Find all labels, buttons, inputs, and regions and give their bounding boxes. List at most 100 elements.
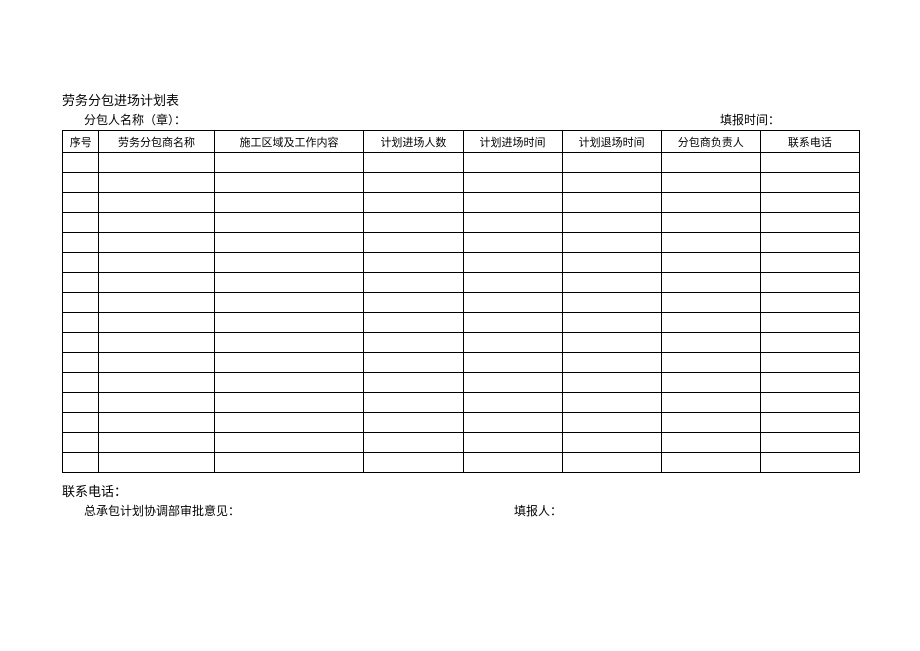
table-cell [364,373,463,393]
table-cell [661,193,760,213]
table-cell [562,393,661,413]
col-header-entry: 计划进场时间 [463,131,562,153]
table-row [63,453,860,473]
table-cell [364,193,463,213]
table-cell [463,173,562,193]
table-cell [364,433,463,453]
table-row [63,293,860,313]
table-cell [364,453,463,473]
table-cell [463,253,562,273]
table-cell [562,413,661,433]
table-cell [99,173,214,193]
table-cell [760,373,859,393]
reporter-label: 填报人： [514,502,562,519]
table-cell [760,413,859,433]
col-header-count: 计划进场人数 [364,131,463,153]
table-cell [364,253,463,273]
table-cell [463,273,562,293]
table-cell [463,373,562,393]
col-header-seq: 序号 [63,131,99,153]
table-cell [661,273,760,293]
table-cell [562,253,661,273]
table-cell [214,173,364,193]
header-row: 分包人名称（章）： 填报时间： [62,111,860,128]
document-title: 劳务分包进场计划表 [62,90,860,109]
table-cell [562,313,661,333]
table-cell [99,433,214,453]
table-row [63,273,860,293]
table-cell [364,233,463,253]
table-cell [760,233,859,253]
table-cell [562,233,661,253]
table-cell [760,213,859,233]
table-cell [661,393,760,413]
table-cell [760,173,859,193]
plan-table: 序号 劳务分包商名称 施工区域及工作内容 计划进场人数 计划进场时间 计划退场时… [62,130,860,473]
table-cell [99,333,214,353]
table-row [63,233,860,253]
table-cell [562,273,661,293]
table-cell [63,273,99,293]
table-cell [661,453,760,473]
table-cell [63,413,99,433]
table-cell [63,293,99,313]
footer-row: 总承包计划协调部审批意见： 填报人： [62,502,860,519]
table-row [63,393,860,413]
table-cell [214,293,364,313]
table-body [63,153,860,473]
report-time-label: 填报时间： [720,111,780,128]
table-cell [99,393,214,413]
table-cell [364,213,463,233]
table-cell [364,313,463,333]
table-cell [760,153,859,173]
table-cell [214,273,364,293]
table-cell [562,433,661,453]
table-cell [562,193,661,213]
table-cell [562,173,661,193]
table-cell [63,393,99,413]
table-cell [463,353,562,373]
table-cell [214,253,364,273]
table-cell [760,313,859,333]
table-cell [463,193,562,213]
col-header-area: 施工区域及工作内容 [214,131,364,153]
table-cell [214,153,364,173]
table-cell [214,193,364,213]
table-cell [214,233,364,253]
table-cell [760,433,859,453]
table-cell [463,153,562,173]
table-row [63,353,860,373]
table-cell [463,453,562,473]
table-cell [99,193,214,213]
table-cell [214,433,364,453]
table-cell [99,253,214,273]
col-header-resp: 分包商负责人 [661,131,760,153]
table-cell [214,313,364,333]
table-cell [63,193,99,213]
table-cell [463,313,562,333]
table-row [63,153,860,173]
table-cell [99,153,214,173]
table-cell [99,353,214,373]
table-cell [99,293,214,313]
table-cell [99,313,214,333]
table-cell [463,413,562,433]
table-cell [661,253,760,273]
table-cell [661,373,760,393]
table-cell [364,273,463,293]
table-cell [99,373,214,393]
table-cell [562,293,661,313]
table-cell [364,393,463,413]
table-cell [661,233,760,253]
table-row [63,253,860,273]
table-cell [463,233,562,253]
table-cell [661,413,760,433]
table-cell [63,253,99,273]
table-cell [463,293,562,313]
col-header-phone: 联系电话 [760,131,859,153]
table-cell [661,293,760,313]
table-cell [214,393,364,413]
table-cell [63,333,99,353]
table-cell [99,213,214,233]
subcontractor-name-label: 分包人名称（章）： [84,111,186,128]
